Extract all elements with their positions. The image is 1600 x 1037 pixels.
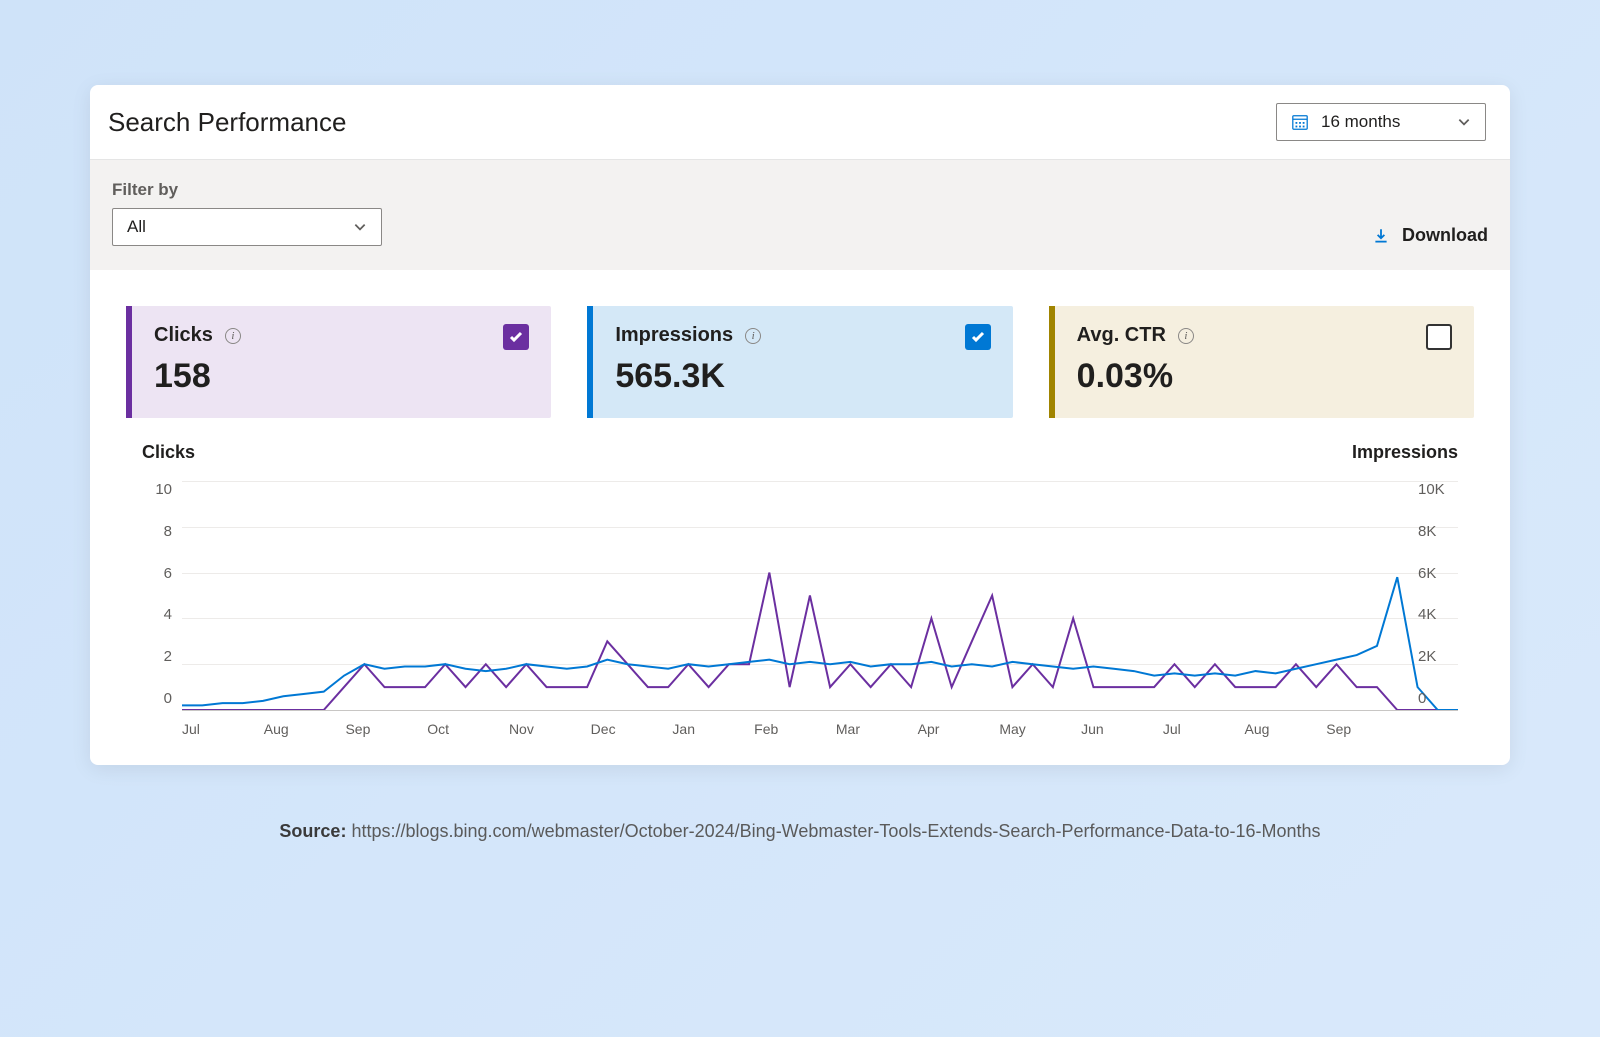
metric-title: Avg. CTR	[1077, 324, 1166, 347]
filter-bar: Filter by All Download	[90, 160, 1510, 270]
source-citation: Source: https://blogs.bing.com/webmaster…	[90, 821, 1510, 842]
y-axis-right-ticks: 10K8K6K4K2K0	[1408, 481, 1458, 711]
plot-region[interactable]	[182, 481, 1458, 711]
download-label: Download	[1402, 225, 1488, 246]
info-icon[interactable]: i	[1178, 328, 1194, 344]
filter-label: Filter by	[112, 180, 382, 200]
chart-lines	[182, 481, 1458, 710]
metric-title: Clicks	[154, 324, 213, 347]
x-axis-ticks: JulAugSepOctNovDecJanFebMarAprMayJunJulA…	[182, 711, 1408, 737]
metrics-row: Clicks i 158 Impressions i 565.3K	[108, 288, 1492, 418]
chart-grid: 1086420 10K8K6K4K2K0	[142, 481, 1458, 711]
page-title: Search Performance	[108, 107, 346, 138]
chevron-down-icon	[353, 220, 367, 234]
date-range-value: 16 months	[1321, 112, 1400, 132]
search-performance-card: Search Performance 16 months Filter by A…	[90, 85, 1510, 765]
chevron-down-icon	[1457, 115, 1471, 129]
check-icon	[970, 329, 986, 345]
y-axis-left-ticks: 1086420	[142, 481, 182, 711]
chart-area: Clicks Impressions 1086420 10K8K6K4K2K0 …	[108, 418, 1492, 765]
metric-checkbox-ctr[interactable]	[1426, 324, 1452, 350]
download-icon	[1372, 227, 1390, 245]
filter-select[interactable]: All	[112, 208, 382, 246]
source-prefix: Source:	[279, 821, 346, 841]
date-range-picker[interactable]: 16 months	[1276, 103, 1486, 141]
metric-value: 565.3K	[615, 357, 761, 396]
metric-card-clicks[interactable]: Clicks i 158	[126, 306, 551, 418]
metric-checkbox-impressions[interactable]	[965, 324, 991, 350]
source-url: https://blogs.bing.com/webmaster/October…	[351, 821, 1320, 841]
metric-value: 158	[154, 357, 241, 396]
filter-value: All	[127, 217, 146, 237]
metric-card-impressions[interactable]: Impressions i 565.3K	[587, 306, 1012, 418]
download-button[interactable]: Download	[1372, 225, 1488, 246]
info-icon[interactable]: i	[225, 328, 241, 344]
metric-value: 0.03%	[1077, 357, 1194, 396]
calendar-icon	[1291, 113, 1309, 131]
header: Search Performance 16 months	[90, 85, 1510, 160]
metric-title: Impressions	[615, 324, 733, 347]
metric-card-ctr[interactable]: Avg. CTR i 0.03%	[1049, 306, 1474, 418]
info-icon[interactable]: i	[745, 328, 761, 344]
y-axis-left-label: Clicks	[142, 442, 195, 463]
y-axis-right-label: Impressions	[1352, 442, 1458, 463]
check-icon	[508, 329, 524, 345]
metric-checkbox-clicks[interactable]	[503, 324, 529, 350]
